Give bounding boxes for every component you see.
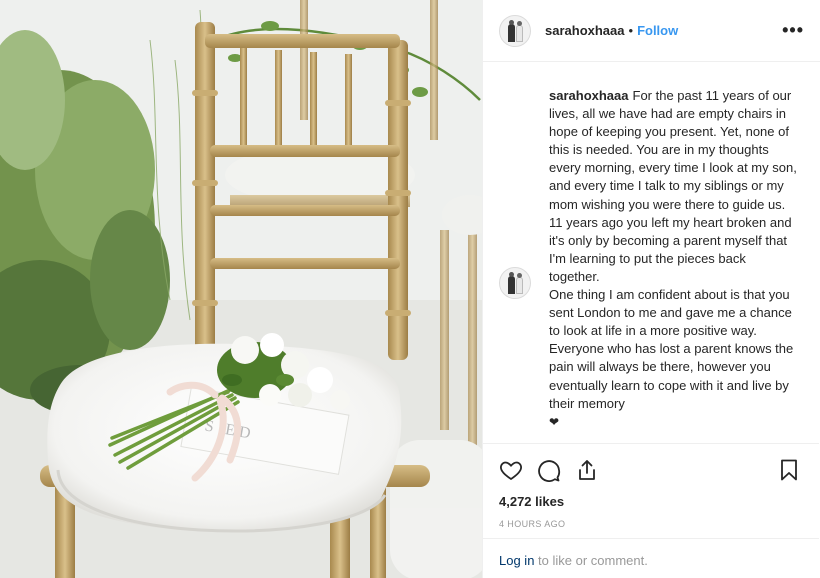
caption-comment: sarahoxhaaa For the past 11 years of our … [499, 87, 803, 431]
separator-dot: • [628, 23, 634, 38]
action-bar: 4,272 likes 4 HOURS AGO [483, 443, 819, 529]
bookmark-icon[interactable] [775, 456, 803, 484]
heart-icon[interactable] [497, 456, 525, 484]
share-icon[interactable] [573, 456, 601, 484]
caption-paragraph-2: One thing I am confident about is that y… [549, 287, 794, 411]
login-link[interactable]: Log in [499, 553, 534, 568]
login-prompt-text: to like or comment. [534, 553, 648, 568]
more-options-icon[interactable]: ••• [782, 20, 804, 41]
post-sidebar: sarahoxhaaa • Follow ••• sarahoxhaaa For … [482, 0, 820, 578]
login-prompt: Log in to like or comment. [483, 538, 819, 578]
comment-icon[interactable] [535, 456, 563, 484]
username-link[interactable]: sarahoxhaaa [545, 23, 625, 38]
avatar[interactable] [499, 267, 531, 299]
comments-area[interactable]: sarahoxhaaa For the past 11 years of our … [483, 63, 819, 443]
likes-count[interactable]: 4,272 likes [497, 494, 803, 509]
caption-paragraph-1: For the past 11 years of our lives, all … [549, 88, 797, 284]
follow-button[interactable]: Follow [637, 23, 678, 38]
instagram-post: S ED sarahoxhaaa • Follow ••• sarahoxhaa… [0, 0, 820, 578]
post-header: sarahoxhaaa • Follow ••• [483, 0, 820, 62]
post-photo[interactable]: S ED [0, 0, 482, 578]
caption-text: sarahoxhaaa For the past 11 years of our … [549, 87, 797, 431]
chair-bouquet-photo: S ED [0, 0, 482, 578]
post-timestamp[interactable]: 4 HOURS AGO [497, 519, 803, 529]
avatar[interactable] [499, 14, 531, 47]
caption-username[interactable]: sarahoxhaaa [549, 88, 629, 103]
heart-emoji: ❤ [549, 414, 560, 429]
